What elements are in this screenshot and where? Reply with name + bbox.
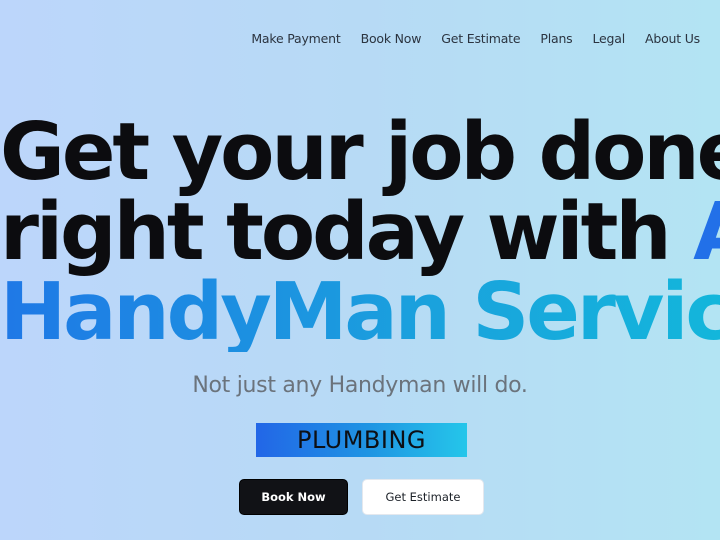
headline-line-3: HandyMan Services <box>0 266 720 358</box>
nav-make-payment[interactable]: Make Payment <box>251 31 340 46</box>
nav-book-now[interactable]: Book Now <box>361 31 422 46</box>
rotating-service-text: PLUMBING <box>296 426 426 454</box>
hero-subtitle: Not just any Handyman will do. <box>192 373 528 398</box>
rotating-service-banner: PLUMBING <box>256 423 467 457</box>
headline-line-1: Get your job done <box>0 106 720 198</box>
book-now-button[interactable]: Book Now <box>239 479 348 515</box>
top-navigation: Make Payment Book Now Get Estimate Plans… <box>231 31 700 46</box>
nav-legal[interactable]: Legal <box>592 31 625 46</box>
hero-headline: Get your job done right today with Adroi… <box>0 112 720 352</box>
get-estimate-button[interactable]: Get Estimate <box>362 479 484 515</box>
nav-plans[interactable]: Plans <box>540 31 572 46</box>
headline-line-2-text: right today with <box>0 186 694 278</box>
headline-brand-name: Adroit <box>693 186 720 278</box>
nav-about-us[interactable]: About Us <box>645 31 700 46</box>
nav-get-estimate[interactable]: Get Estimate <box>441 31 520 46</box>
headline-line-2: right today with Adroit <box>0 192 720 272</box>
hero-section: Get your job done right today with Adroi… <box>0 112 720 352</box>
